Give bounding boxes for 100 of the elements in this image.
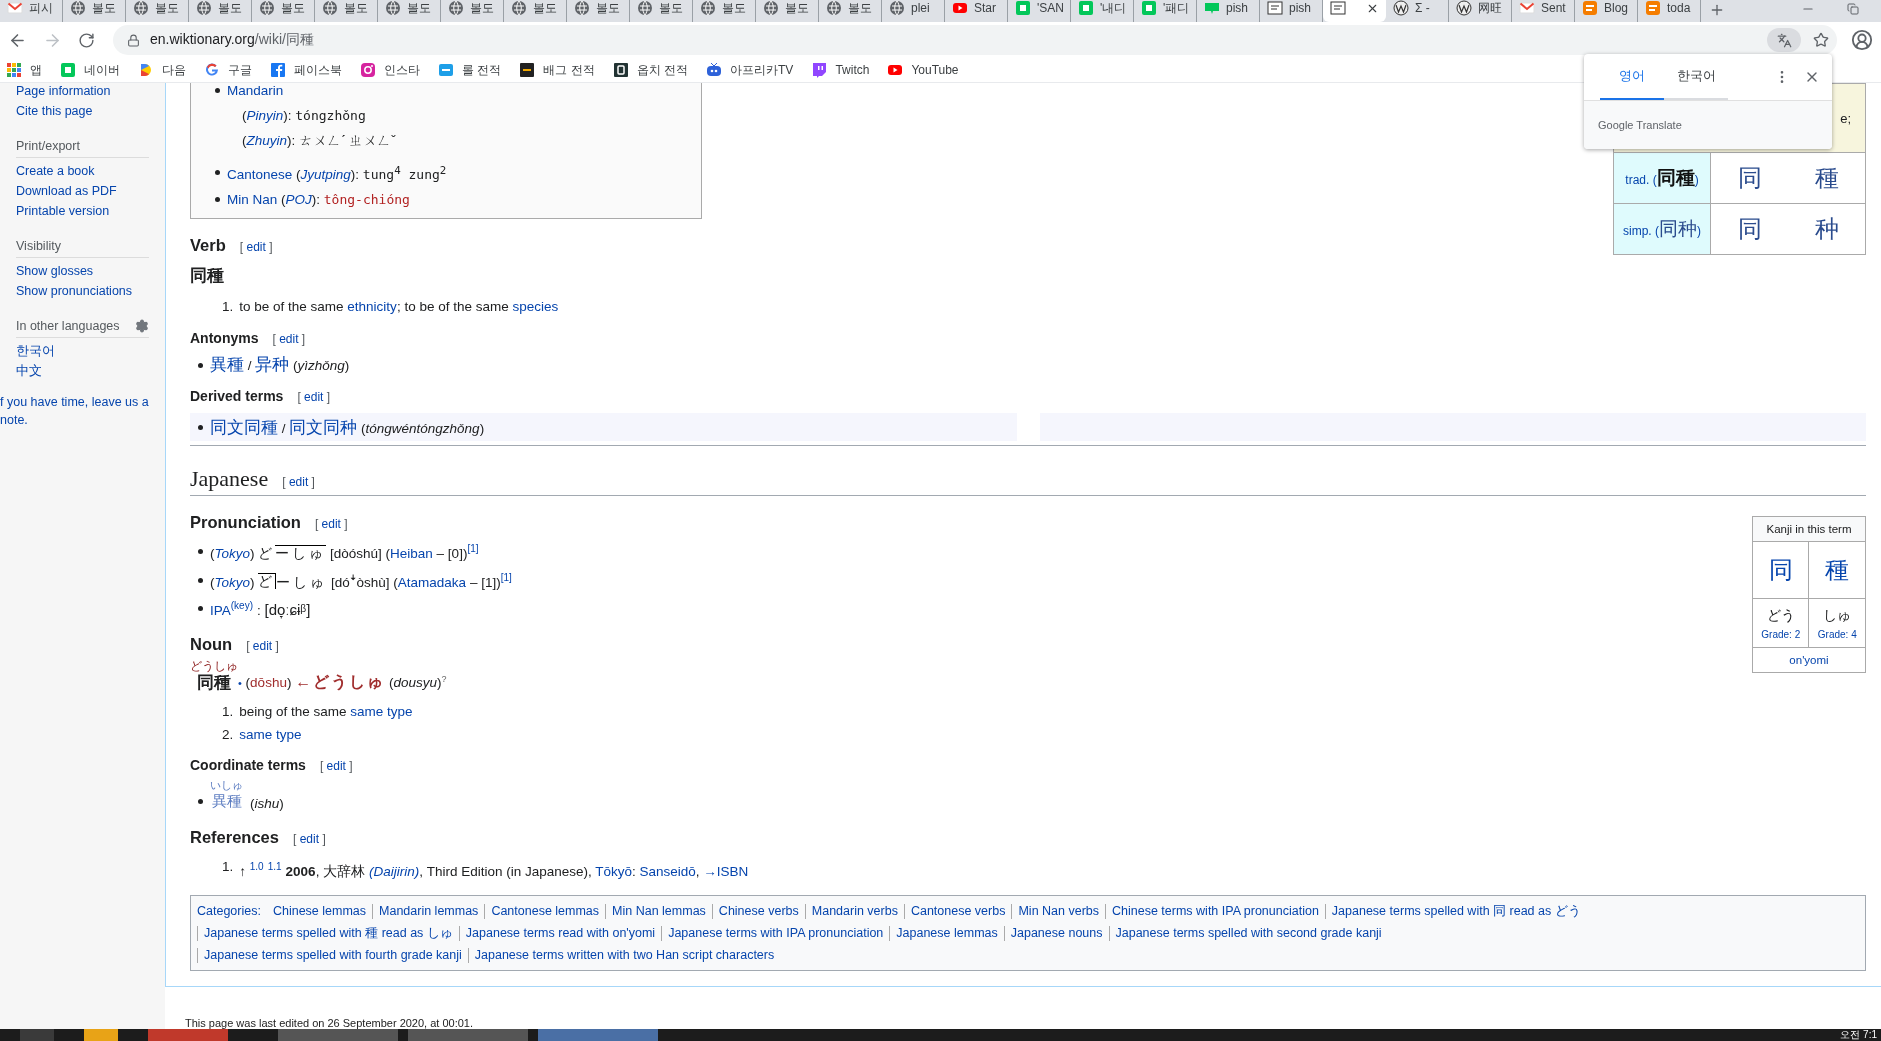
term-link[interactable]: 異種 (211, 790, 242, 811)
text-link[interactable]: 同文同种 (289, 417, 358, 437)
bookmark-link[interactable]: 페이스북 (270, 61, 342, 79)
text-link[interactable]: Cantonese (227, 167, 293, 183)
settings-icon[interactable] (135, 319, 149, 333)
text-link[interactable]: Min Nan (227, 192, 278, 208)
text-link[interactable]: Zhuyin (246, 133, 288, 148)
edit-link[interactable]: [ edit ] (314, 517, 348, 532)
browser-tab[interactable]: 볼도 (252, 0, 315, 22)
text-link[interactable]: species (512, 299, 559, 315)
browser-tab[interactable]: 网旺 (1449, 0, 1512, 22)
browser-tab[interactable]: '패디 (1134, 0, 1197, 22)
browser-tab[interactable]: Sent (1512, 0, 1575, 22)
edit-link[interactable]: [ edit ] (272, 332, 306, 347)
text-link[interactable]: Pinyin (246, 108, 284, 123)
browser-tab[interactable]: 볼도 (315, 0, 378, 22)
translate-button[interactable] (1767, 28, 1801, 52)
text-link[interactable]: →ISBN (703, 863, 749, 879)
table-cell[interactable]: 同 (1752, 541, 1809, 599)
browser-tab[interactable]: 볼도 (441, 0, 504, 22)
sidebar-link[interactable]: Printable version (16, 201, 165, 221)
category-link[interactable]: Japanese terms written with two Han script characters (467, 948, 781, 964)
category-link[interactable]: Chinese verbs (711, 904, 805, 920)
text-link[interactable]: ethnicity (347, 299, 397, 315)
text-link[interactable]: 1.1 (267, 860, 282, 872)
table-cell[interactable]: 同 (1710, 203, 1788, 255)
category-link[interactable]: Japanese lemmas (889, 926, 1004, 942)
edit-link[interactable]: [ edit ] (319, 758, 353, 773)
sidebar-link[interactable]: Page information (16, 81, 165, 101)
text-link[interactable]: 1.0 (249, 860, 264, 872)
bookmark-link[interactable]: 아프리카TV (706, 61, 794, 79)
browser-tab[interactable]: 볼도 (189, 0, 252, 22)
bookmark-link[interactable]: Twitch (811, 62, 870, 78)
browser-tab[interactable]: 피시 (0, 0, 63, 22)
text-link[interactable]: (key) (230, 600, 253, 612)
text-link[interactable]: same type (239, 726, 302, 742)
category-link[interactable]: Min Nan verbs (1011, 904, 1106, 920)
bookmark-link[interactable]: 옵치 전적 (612, 61, 689, 79)
text-link[interactable]: 异种 (255, 355, 290, 375)
sidebar-link[interactable]: Show pronunciations (16, 281, 165, 301)
browser-tab[interactable]: '내디 (1071, 0, 1134, 22)
category-link[interactable]: Japanese terms spelled with 種 read as しゅ (197, 926, 459, 942)
bookmark-link[interactable]: YouTube (887, 62, 959, 78)
browser-tab[interactable]: 볼도 (63, 0, 126, 22)
browser-tab[interactable]: toda (1638, 0, 1701, 22)
sidebar-link[interactable]: 中文 (16, 361, 165, 381)
table-cell[interactable]: 种 (1788, 203, 1866, 255)
bookmark-link[interactable]: 앱 (6, 61, 42, 79)
text-link[interactable]: Mandarin (227, 83, 284, 98)
edit-link[interactable]: [ edit ] (282, 475, 315, 490)
browser-tab[interactable]: 볼도 (378, 0, 441, 22)
text-link[interactable]: Sanseidō (639, 863, 696, 879)
edit-link[interactable]: [ edit ] (239, 240, 273, 255)
category-link[interactable]: Cantonese verbs (903, 904, 1012, 920)
edit-link[interactable]: [ edit ] (246, 638, 279, 653)
text-link[interactable]: Tokyo (214, 574, 251, 590)
browser-tab[interactable]: 볼도 (819, 0, 882, 22)
sidebar-link[interactable]: Cite this page (16, 101, 165, 121)
category-link[interactable]: Japanese terms spelled with second grade kanji (1108, 926, 1388, 942)
text-link[interactable]: Jyutping (300, 167, 351, 183)
category-link[interactable]: Mandarin lemmas (372, 904, 485, 920)
text-link[interactable]: Tokyo (214, 545, 251, 561)
feedback-link[interactable]: f you have time, leave us a note. (0, 393, 160, 429)
table-cell[interactable]: 種 (1788, 152, 1866, 204)
text-link[interactable]: same type (350, 703, 413, 719)
browser-tab[interactable]: 볼도 (126, 0, 189, 22)
category-link[interactable]: Japanese terms read with on'yomi (458, 926, 662, 942)
browser-tab[interactable]: 볼도 (756, 0, 819, 22)
text-link[interactable]: Heiban (390, 545, 433, 561)
browser-tab[interactable]: 볼도 (504, 0, 567, 22)
table-cell[interactable]: 同 (1710, 152, 1788, 204)
browser-tab[interactable]: 'SAN (1008, 0, 1071, 22)
browser-tab[interactable]: Star (945, 0, 1008, 22)
bookmark-link[interactable]: 롤 전적 (438, 61, 502, 79)
table-cell[interactable]: on'yomi (1752, 647, 1866, 673)
text-link[interactable]: 同文同種 (210, 417, 278, 437)
text-link[interactable]: 異種 (210, 355, 244, 375)
text-link[interactable]: Atamadaka (397, 574, 467, 590)
bookmark-link[interactable]: 인스타 (360, 61, 420, 79)
sidebar-link[interactable]: Download as PDF (16, 181, 165, 201)
text-link[interactable]: [1] (467, 543, 479, 555)
bookmark-link[interactable]: 네이버 (60, 61, 120, 79)
category-link[interactable]: Japanese nouns (1003, 926, 1109, 942)
text-link[interactable]: POJ (285, 192, 312, 208)
sidebar-link[interactable]: Show glosses (16, 261, 165, 281)
translate-icon[interactable] (1776, 32, 1792, 48)
sidebar-link[interactable]: Create a book (16, 161, 165, 181)
text-link[interactable]: IPA (210, 602, 231, 618)
text-link[interactable]: [1] (500, 571, 512, 583)
browser-tab[interactable]: 볼도 (630, 0, 693, 22)
browser-tab[interactable]: pish (1197, 0, 1260, 22)
sidebar-link[interactable]: 한국어 (16, 341, 165, 361)
category-link[interactable]: Chinese terms with IPA pronunciation (1105, 904, 1325, 920)
browser-tab[interactable]: 볼도 (693, 0, 756, 22)
category-link[interactable]: Chinese lemmas (266, 904, 373, 920)
categories-link[interactable]: Categories: (197, 904, 267, 919)
browser-tab[interactable]: Σ - (1386, 0, 1449, 22)
edit-link[interactable]: [ edit ] (293, 831, 326, 846)
category-link[interactable]: Japanese terms spelled with 同 read as どう (1324, 904, 1587, 920)
browser-tab[interactable]: pish (1260, 0, 1323, 22)
